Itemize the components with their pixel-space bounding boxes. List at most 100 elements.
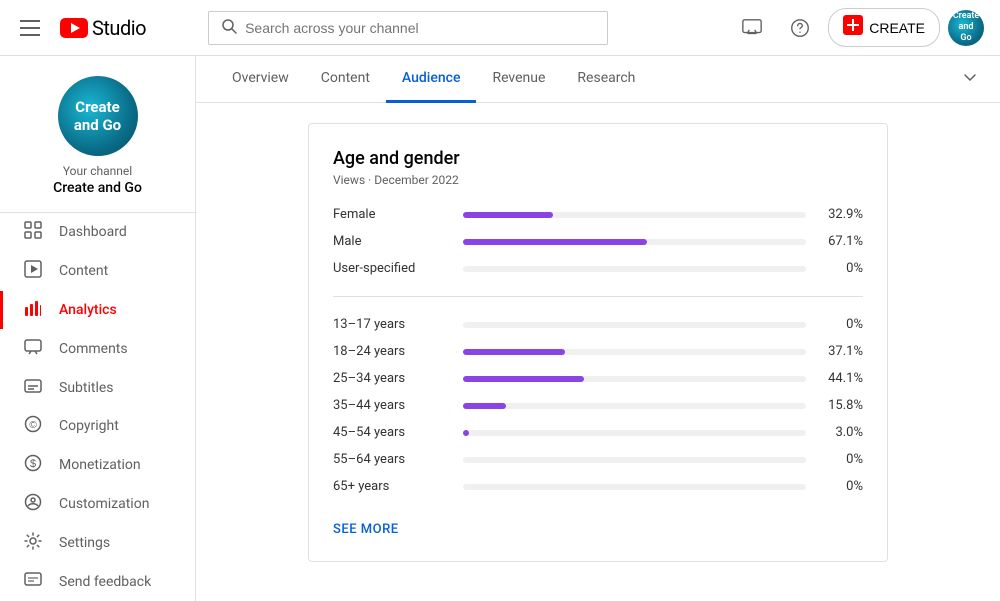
tab-audience[interactable]: Audience xyxy=(386,56,477,103)
youtube-icon xyxy=(60,18,88,38)
age-bar-fill xyxy=(463,349,565,355)
monetization-icon: $ xyxy=(23,454,43,476)
gender-bar-track xyxy=(463,212,806,218)
sidebar-item-copyright[interactable]: © Copyright xyxy=(0,407,195,446)
comments-icon xyxy=(23,338,43,360)
gender-label: Female xyxy=(333,207,463,222)
comment-icon xyxy=(741,17,763,39)
gender-rows: Female 32.9% Male 67.1% User-specified 0… xyxy=(333,207,863,276)
dashboard-icon xyxy=(23,221,43,243)
comments-label: Comments xyxy=(59,341,128,357)
age-row: 35–44 years 15.8% xyxy=(333,398,863,413)
card-title: Age and gender xyxy=(333,148,863,169)
age-bar-fill xyxy=(463,403,506,409)
sidebar-item-monetization[interactable]: $ Monetization xyxy=(0,446,195,485)
menu-button[interactable] xyxy=(16,16,44,40)
age-label: 65+ years xyxy=(333,479,463,494)
copyright-label: Copyright xyxy=(59,418,119,434)
age-bar-track xyxy=(463,403,806,409)
age-label: 55–64 years xyxy=(333,452,463,467)
age-label: 35–44 years xyxy=(333,398,463,413)
age-bar-fill xyxy=(463,376,584,382)
age-bar-track xyxy=(463,484,806,490)
subtitles-icon xyxy=(23,377,43,399)
create-plus-icon xyxy=(843,15,863,40)
age-row: 13–17 years 0% xyxy=(333,317,863,332)
gender-bar-track xyxy=(463,266,806,272)
age-pct: 37.1% xyxy=(818,344,863,359)
age-bar-track xyxy=(463,457,806,463)
tab-overview[interactable]: Overview xyxy=(216,56,305,103)
logo[interactable]: Studio xyxy=(60,16,146,40)
age-bar-track xyxy=(463,376,806,382)
age-bar-track xyxy=(463,430,806,436)
tab-content[interactable]: Content xyxy=(305,56,386,103)
sidebar-item-analytics[interactable]: Analytics xyxy=(0,291,195,330)
age-label: 13–17 years xyxy=(333,317,463,332)
gender-row: Male 67.1% xyxy=(333,234,863,249)
age-label: 45–54 years xyxy=(333,425,463,440)
gender-label: User-specified xyxy=(333,261,463,276)
sidebar-item-subtitles[interactable]: Subtitles xyxy=(0,368,195,407)
search-bar[interactable] xyxy=(208,11,608,45)
topbar: Studio xyxy=(0,0,1000,56)
settings-icon xyxy=(23,532,43,554)
tab-research[interactable]: Research xyxy=(561,56,651,103)
sidebar-item-customization[interactable]: Customization xyxy=(0,485,195,524)
gender-label: Male xyxy=(333,234,463,249)
topbar-left: Studio xyxy=(16,16,146,40)
age-bar-track xyxy=(463,349,806,355)
feedback-icon xyxy=(23,571,43,593)
avatar-text: Createand Go xyxy=(952,11,980,43)
customization-label: Customization xyxy=(59,496,149,512)
search-icon xyxy=(221,18,237,38)
age-rows: 13–17 years 0% 18–24 years 37.1% 25–34 y… xyxy=(333,317,863,494)
analytics-label: Analytics xyxy=(59,302,117,318)
feedback-icon-btn[interactable] xyxy=(732,8,772,48)
sidebar-item-feedback[interactable]: Send feedback xyxy=(0,562,195,601)
main-layout: Createand Go Your channel Create and Go … xyxy=(0,56,1000,601)
avatar[interactable]: Createand Go xyxy=(948,10,984,46)
search-input[interactable] xyxy=(245,20,595,36)
sidebar-item-content[interactable]: Content xyxy=(0,252,195,291)
help-icon xyxy=(789,17,811,39)
content-label: Content xyxy=(59,263,108,279)
sidebar-item-settings[interactable]: Settings xyxy=(0,523,195,562)
copyright-icon: © xyxy=(23,415,43,437)
age-row: 25–34 years 44.1% xyxy=(333,371,863,386)
age-pct: 0% xyxy=(818,317,863,332)
create-label: CREATE xyxy=(869,20,925,36)
analytics-content: Age and gender Views · December 2022 Fem… xyxy=(196,103,1000,601)
age-pct: 44.1% xyxy=(818,371,863,386)
channel-name: Create and Go xyxy=(53,180,142,196)
age-label: 25–34 years xyxy=(333,371,463,386)
analytics-icon xyxy=(23,299,43,321)
age-label: 18–24 years xyxy=(333,344,463,359)
settings-label: Settings xyxy=(59,535,110,551)
channel-avatar[interactable]: Createand Go xyxy=(58,76,138,156)
age-pct: 0% xyxy=(818,479,863,494)
customization-icon xyxy=(23,493,43,515)
channel-info: Createand Go Your channel Create and Go xyxy=(0,56,195,213)
age-gender-card: Age and gender Views · December 2022 Fem… xyxy=(308,123,888,562)
content-area: Overview Content Audience Revenue Resear… xyxy=(196,56,1000,601)
age-pct: 0% xyxy=(818,452,863,467)
tab-revenue[interactable]: Revenue xyxy=(476,56,561,103)
age-row: 45–54 years 3.0% xyxy=(333,425,863,440)
age-pct: 15.8% xyxy=(818,398,863,413)
help-btn[interactable] xyxy=(780,8,820,48)
section-divider xyxy=(333,296,863,297)
channel-your-label: Your channel xyxy=(63,164,132,178)
tab-dropdown[interactable] xyxy=(960,67,980,91)
sidebar-item-comments[interactable]: Comments xyxy=(0,329,195,368)
logo-text: Studio xyxy=(92,16,146,40)
content-icon xyxy=(23,260,43,282)
gender-row: Female 32.9% xyxy=(333,207,863,222)
see-more-btn[interactable]: SEE MORE xyxy=(333,522,399,537)
sidebar-item-dashboard[interactable]: Dashboard xyxy=(0,213,195,252)
card-subtitle: Views · December 2022 xyxy=(333,173,863,187)
sidebar: Createand Go Your channel Create and Go … xyxy=(0,56,196,601)
monetization-label: Monetization xyxy=(59,457,141,473)
create-button[interactable]: CREATE xyxy=(828,8,940,47)
channel-avatar-text: Createand Go xyxy=(74,98,121,134)
